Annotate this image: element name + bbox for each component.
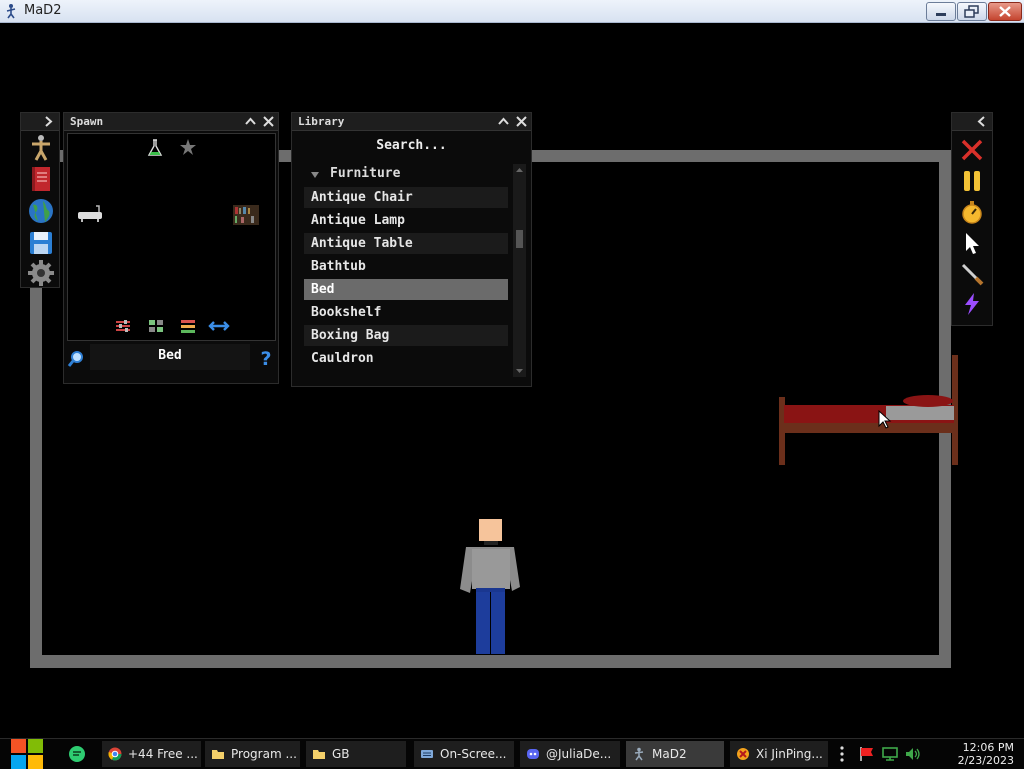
minimize-icon (936, 13, 946, 16)
right-toolbar-header (952, 113, 992, 131)
mad2-app-icon (6, 4, 16, 19)
swap-arrows-icon[interactable] (208, 318, 230, 334)
close-icon[interactable] (513, 113, 530, 130)
taskbar-label: @JuliaDe... (546, 747, 612, 761)
taskbar-item-program-files[interactable]: Program ... (205, 741, 300, 767)
bed-object[interactable] (776, 353, 961, 468)
folder-icon (313, 750, 325, 759)
minimize-button[interactable] (926, 2, 956, 21)
taskbar-item-chrome[interactable]: +44 Free ... (102, 741, 201, 767)
category-furniture[interactable]: Furniture (304, 165, 508, 185)
taskbar-label: Program ... (231, 747, 297, 761)
chevron-left-icon[interactable] (973, 113, 990, 130)
taskbar-item-discord[interactable]: @JuliaDe... (520, 741, 620, 767)
taskbar-label: +44 Free ... (128, 747, 198, 761)
taskbar-label: Xi JinPing... (756, 747, 823, 761)
overflow-dots-icon[interactable] (838, 745, 846, 763)
lightning-icon[interactable] (959, 291, 985, 317)
taskbar-item-gb[interactable]: GB (306, 741, 406, 767)
taskbar-item-on-screen-keyboard[interactable]: On-Scree... (414, 741, 514, 767)
library-item-antique-table[interactable]: Antique Table (304, 233, 508, 254)
left-toolbar (20, 112, 60, 288)
flag-icon[interactable] (858, 746, 876, 762)
taskbar-item-mad2[interactable]: MaD2 (626, 741, 724, 767)
folder-icon (212, 750, 224, 759)
grid-icon[interactable] (147, 318, 165, 334)
taskbar-label: MaD2 (652, 747, 687, 761)
library-search-input[interactable]: Search... (292, 135, 531, 157)
window-title: MaD2 (24, 3, 62, 18)
network-icon[interactable] (881, 746, 899, 762)
volume-icon[interactable] (904, 746, 922, 762)
spawn-selected-name: Bed (90, 344, 250, 370)
mad2-icon (634, 747, 644, 761)
close-window-button[interactable] (988, 2, 1022, 21)
close-icon[interactable] (260, 113, 277, 130)
globe-icon[interactable] (27, 197, 55, 225)
library-panel: Library Search... Furniture Antique Chai… (291, 112, 532, 387)
taskbar-clock[interactable]: 12:06 PM 2/23/2023 (958, 741, 1014, 767)
library-scrollbar[interactable] (513, 164, 526, 377)
restore-button[interactable] (957, 2, 987, 21)
triangle-down-icon (311, 172, 319, 178)
flask-icon[interactable] (147, 138, 163, 158)
scroll-down-icon[interactable] (515, 367, 524, 375)
window-titlebar: MaD2 (0, 0, 1024, 23)
close-icon (999, 6, 1011, 17)
library-panel-header: Library (292, 113, 531, 131)
layers-icon[interactable] (179, 318, 197, 334)
cursor-icon[interactable] (959, 230, 985, 256)
collapse-icon[interactable] (242, 113, 259, 130)
discord-icon (527, 749, 539, 759)
taskbar-label: On-Scree... (440, 747, 507, 761)
spawn-preview-area[interactable] (67, 133, 276, 341)
scroll-up-icon[interactable] (515, 166, 524, 174)
book-icon[interactable] (27, 165, 55, 193)
library-item-bookshelf[interactable]: Bookshelf (304, 302, 508, 323)
star-icon[interactable] (179, 138, 197, 156)
chevron-right-icon[interactable] (40, 113, 57, 130)
library-panel-title: Library (298, 115, 345, 128)
library-item-cauldron[interactable]: Cauldron (304, 348, 508, 369)
chrome-icon (108, 747, 122, 761)
category-label: Furniture (330, 166, 401, 181)
keyboard-icon (421, 750, 433, 758)
app-icon (737, 748, 749, 760)
knife-icon[interactable] (959, 261, 985, 287)
right-toolbar (951, 112, 993, 326)
taskbar-label: GB (332, 747, 350, 761)
search-icon[interactable] (67, 350, 85, 368)
ragdoll-icon[interactable] (27, 133, 55, 161)
save-icon[interactable] (27, 229, 55, 257)
svg-text:?: ? (260, 348, 271, 368)
sliders-icon[interactable] (114, 318, 132, 334)
pause-icon[interactable] (959, 168, 985, 194)
taskbar-item-xi-jinping[interactable]: Xi JinPing... (730, 741, 828, 767)
bathtub-icon[interactable] (76, 204, 104, 224)
taskbar: +44 Free ... Program ... GB On-Scree... … (0, 738, 1024, 769)
clock-date: 2/23/2023 (957, 754, 1014, 767)
help-icon[interactable]: ? (258, 348, 274, 368)
bookshelf-icon[interactable] (232, 204, 260, 226)
settings-gear-icon[interactable] (27, 259, 55, 287)
stopwatch-icon[interactable] (959, 199, 985, 225)
spawn-panel: Spawn Bed ? (63, 112, 279, 384)
collapse-icon[interactable] (495, 113, 512, 130)
library-item-bathtub[interactable]: Bathtub (304, 256, 508, 277)
ragdoll-character[interactable] (456, 517, 526, 657)
spawn-panel-title: Spawn (70, 115, 104, 128)
notes-app-icon[interactable] (68, 745, 86, 763)
windows-start-icon[interactable] (10, 738, 44, 769)
spawn-panel-header: Spawn (64, 113, 278, 131)
library-item-boxing-bag[interactable]: Boxing Bag (304, 325, 508, 346)
mouse-cursor-icon (878, 410, 892, 429)
left-toolbar-header (21, 113, 59, 131)
library-item-antique-lamp[interactable]: Antique Lamp (304, 210, 508, 231)
clock-time: 12:06 PM (962, 741, 1014, 754)
clear-x-icon[interactable] (959, 137, 985, 163)
library-item-bed[interactable]: Bed (304, 279, 508, 300)
restore-icon (964, 5, 979, 18)
library-item-antique-chair[interactable]: Antique Chair (304, 187, 508, 208)
scrollbar-thumb[interactable] (516, 230, 523, 248)
